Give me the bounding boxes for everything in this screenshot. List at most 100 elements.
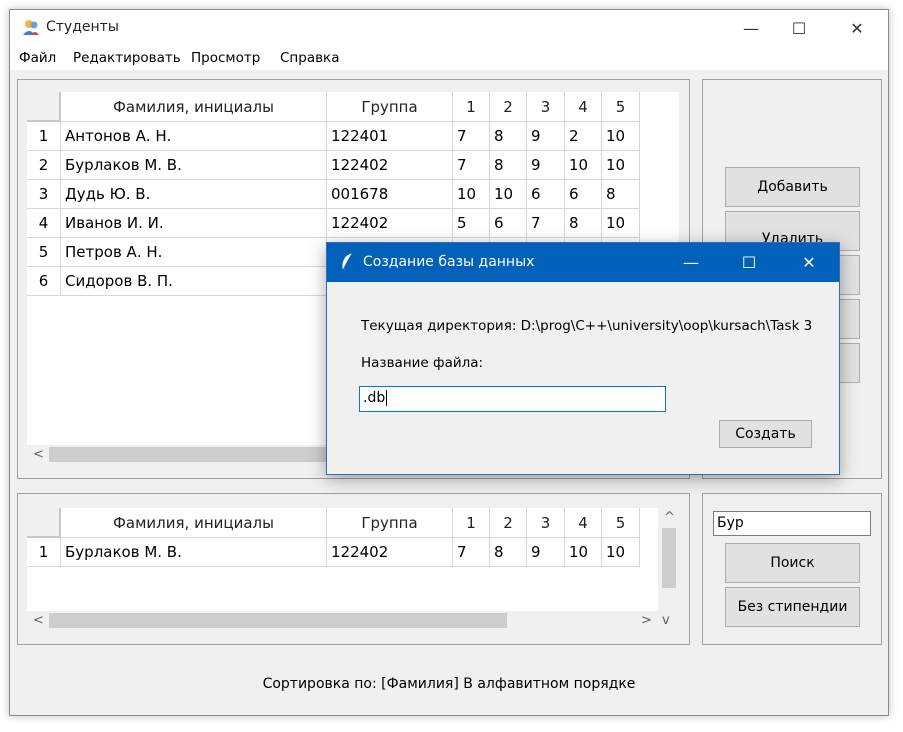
column-header-grade-3[interactable]: 3: [527, 92, 565, 122]
cell-group[interactable]: 122402: [327, 538, 453, 567]
cell-name[interactable]: Бурлаков М. В.: [61, 538, 327, 567]
search-scroll-left-arrow[interactable]: <: [33, 611, 44, 630]
cell-grade-3[interactable]: 7: [527, 209, 565, 238]
row-number[interactable]: 4: [27, 209, 61, 238]
table-row[interactable]: 1 Бурлаков М. В. 122402 7 8 9 10 10: [27, 538, 640, 567]
create-button[interactable]: Создать: [719, 420, 812, 448]
cell-grade-1[interactable]: 5: [453, 209, 490, 238]
cell-grade-3[interactable]: 9: [527, 122, 565, 151]
search-table-corner: [27, 508, 61, 538]
column-header-grade-1[interactable]: 1: [453, 92, 490, 122]
cell-group[interactable]: 122402: [327, 151, 453, 180]
cell-grade-2[interactable]: 6: [490, 209, 527, 238]
search-table-vscrollbar[interactable]: ^: [659, 508, 679, 611]
cell-grade-1[interactable]: 7: [453, 538, 490, 567]
search-column-header-grade-2[interactable]: 2: [490, 508, 527, 538]
vscroll-thumb[interactable]: [662, 528, 676, 588]
dialog-maximize-button[interactable]: ☐: [719, 243, 779, 282]
cell-grade-1[interactable]: 7: [453, 122, 490, 151]
column-header-grade-5[interactable]: 5: [602, 92, 640, 122]
filename-input[interactable]: .db: [359, 386, 666, 412]
scroll-up-arrow[interactable]: ^: [664, 508, 675, 527]
cell-grade-3[interactable]: 9: [527, 538, 565, 567]
cell-name[interactable]: Бурлаков М. В.: [61, 151, 327, 180]
cell-grade-2[interactable]: 8: [490, 122, 527, 151]
cell-grade-1[interactable]: 10: [453, 180, 490, 209]
cell-name[interactable]: Иванов И. И.: [61, 209, 327, 238]
cell-grade-5[interactable]: 10: [602, 538, 640, 567]
menu-help[interactable]: Справка: [280, 50, 339, 66]
row-number[interactable]: 3: [27, 180, 61, 209]
row-number[interactable]: 1: [27, 538, 61, 567]
search-column-header-grade-4[interactable]: 4: [565, 508, 602, 538]
cell-grade-4[interactable]: 10: [565, 151, 602, 180]
cell-grade-2[interactable]: 8: [490, 538, 527, 567]
cell-name[interactable]: Дудь Ю. В.: [61, 180, 327, 209]
cell-grade-5[interactable]: 8: [602, 180, 640, 209]
table-corner: [27, 92, 61, 122]
no-scholarship-button[interactable]: Без стипендии: [725, 587, 860, 627]
search-button[interactable]: Поиск: [725, 543, 860, 583]
cell-group[interactable]: 122402: [327, 209, 453, 238]
scroll-down-arrow[interactable]: v: [662, 611, 670, 630]
row-number[interactable]: 1: [27, 122, 61, 151]
add-button[interactable]: Добавить: [725, 167, 860, 207]
search-column-header-grade-1[interactable]: 1: [453, 508, 490, 538]
maximize-button[interactable]: ☐: [770, 10, 828, 46]
cell-grade-1[interactable]: 7: [453, 151, 490, 180]
column-header-grade-4[interactable]: 4: [565, 92, 602, 122]
current-directory-label: Текущая директория: D:\prog\C++\universi…: [361, 318, 813, 334]
table-row[interactable]: 1 Антонов А. Н. 122401 7 8 9 2 10: [27, 122, 640, 151]
cell-grade-4[interactable]: 8: [565, 209, 602, 238]
row-number[interactable]: 2: [27, 151, 61, 180]
dialog-minimize-button[interactable]: —: [661, 243, 721, 282]
table-row[interactable]: 4 Иванов И. И. 122402 5 6 7 8 10: [27, 209, 640, 238]
cell-grade-3[interactable]: 9: [527, 151, 565, 180]
search-table-hscrollbar[interactable]: < > v: [27, 611, 679, 630]
row-number[interactable]: 6: [27, 267, 61, 296]
search-column-header-grade-5[interactable]: 5: [602, 508, 640, 538]
column-header-name[interactable]: Фамилия, инициалы: [61, 92, 327, 122]
feather-icon: [342, 253, 352, 271]
cell-grade-2[interactable]: 8: [490, 151, 527, 180]
row-number[interactable]: 5: [27, 238, 61, 267]
column-header-group[interactable]: Группа: [327, 92, 453, 122]
search-column-header-grade-3[interactable]: 3: [527, 508, 565, 538]
hscroll-thumb[interactable]: [49, 447, 339, 462]
menu-file[interactable]: Файл: [19, 50, 56, 66]
cell-group[interactable]: 001678: [327, 180, 453, 209]
menu-view[interactable]: Просмотр: [191, 50, 260, 66]
cell-grade-5[interactable]: 10: [602, 151, 640, 180]
window-title: Студенты: [46, 19, 119, 35]
table-row[interactable]: 2 Бурлаков М. В. 122402 7 8 9 10 10: [27, 151, 640, 180]
scroll-left-arrow[interactable]: <: [33, 445, 44, 464]
cell-grade-4[interactable]: 10: [565, 538, 602, 567]
cell-grade-5[interactable]: 10: [602, 209, 640, 238]
dialog-title: Создание базы данных: [363, 254, 535, 270]
menu-edit[interactable]: Редактировать: [73, 50, 181, 66]
cell-group[interactable]: 122401: [327, 122, 453, 151]
cell-name[interactable]: Петров А. Н.: [61, 238, 327, 267]
cell-name[interactable]: Сидоров В. П.: [61, 267, 327, 296]
search-column-header-group[interactable]: Группа: [327, 508, 453, 538]
scroll-right-arrow[interactable]: >: [641, 611, 652, 630]
title-bar[interactable]: Студенты — ☐ ✕: [10, 10, 888, 46]
dialog-title-bar[interactable]: Создание базы данных — ☐ ✕: [327, 243, 839, 282]
search-results-frame: Фамилия, инициалы Группа 1 2 3 4 5 1 Бурл…: [17, 493, 690, 645]
search-results-table[interactable]: Фамилия, инициалы Группа 1 2 3 4 5 1 Бурл…: [27, 508, 658, 611]
cell-grade-4[interactable]: 2: [565, 122, 602, 151]
cell-grade-2[interactable]: 10: [490, 180, 527, 209]
search-frame: Бур Поиск Без стипендии: [702, 493, 882, 645]
dialog-close-button[interactable]: ✕: [779, 243, 839, 282]
cell-name[interactable]: Антонов А. Н.: [61, 122, 327, 151]
search-hscroll-thumb[interactable]: [49, 613, 507, 628]
search-input[interactable]: Бур: [713, 511, 871, 536]
cell-grade-4[interactable]: 6: [565, 180, 602, 209]
close-button[interactable]: ✕: [828, 10, 886, 46]
cell-grade-3[interactable]: 6: [527, 180, 565, 209]
table-row[interactable]: 3 Дудь Ю. В. 001678 10 10 6 6 8: [27, 180, 640, 209]
column-header-grade-2[interactable]: 2: [490, 92, 527, 122]
sort-status: Сортировка по: [Фамилия] В алфавитном по…: [262, 676, 636, 692]
search-column-header-name[interactable]: Фамилия, инициалы: [61, 508, 327, 538]
cell-grade-5[interactable]: 10: [602, 122, 640, 151]
